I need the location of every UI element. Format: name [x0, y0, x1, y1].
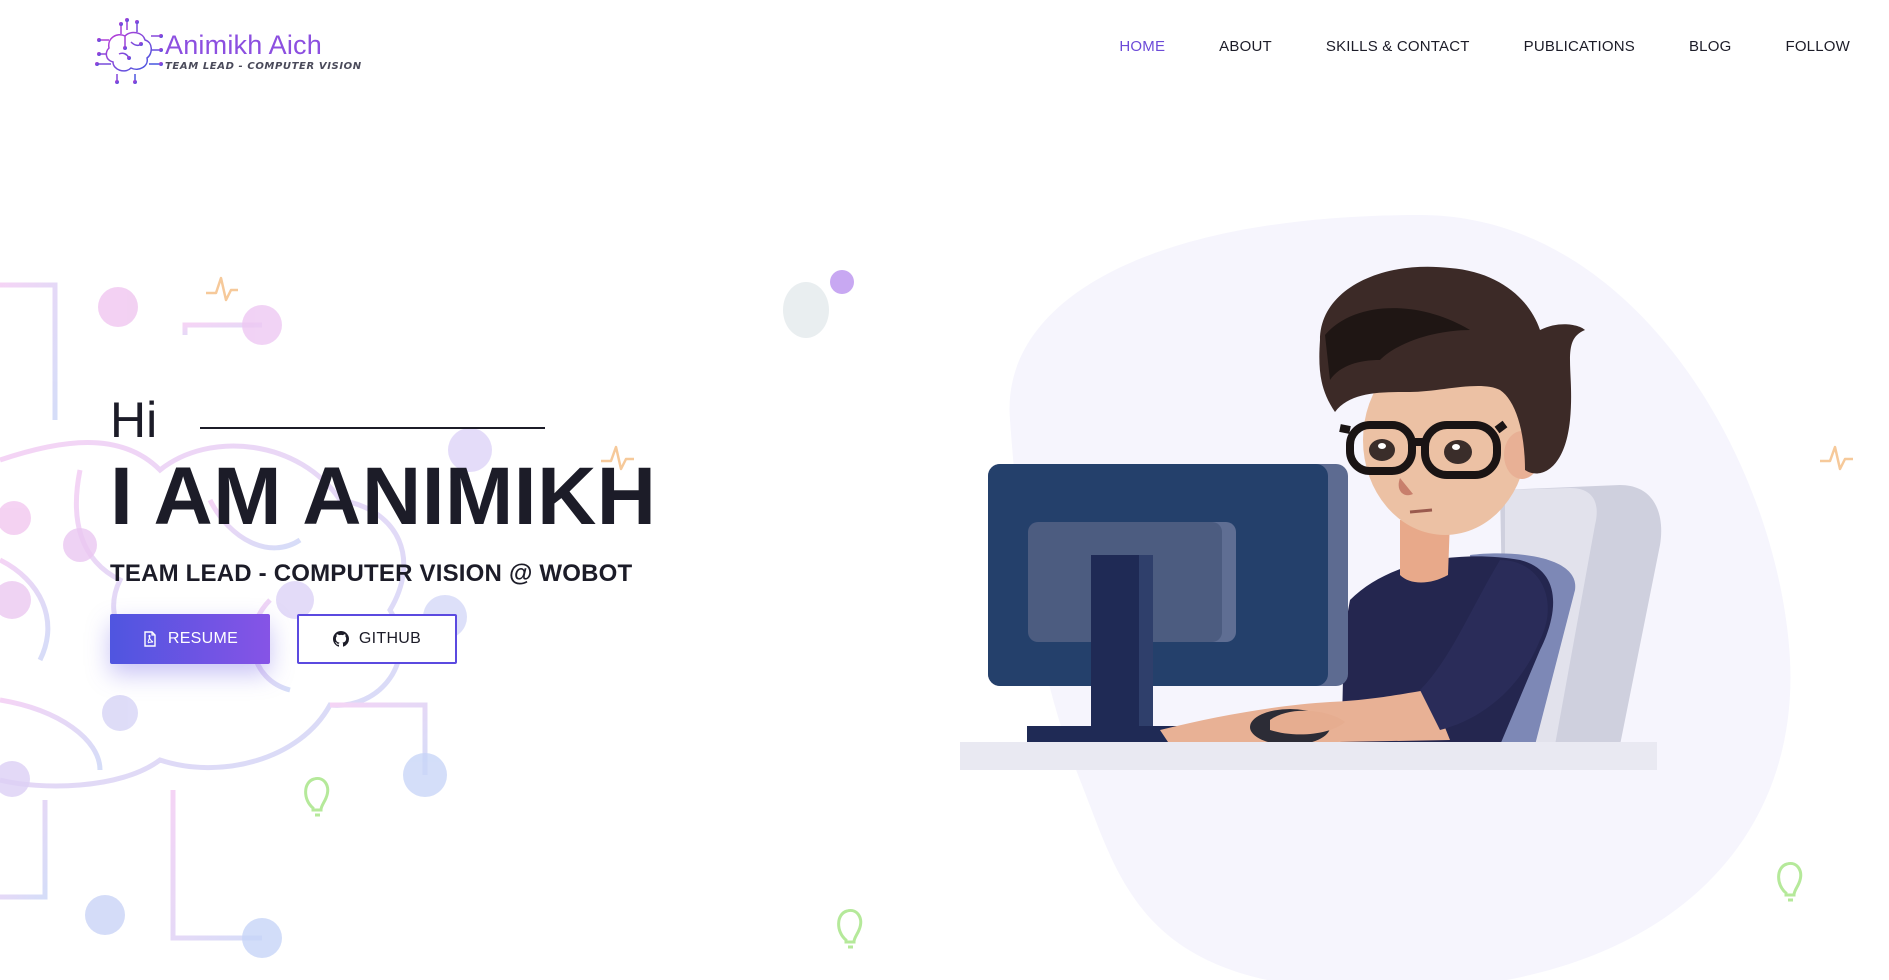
- nav-skills-contact[interactable]: SKILLS & CONTACT: [1326, 38, 1470, 55]
- nav-about[interactable]: ABOUT: [1219, 38, 1272, 55]
- pdf-file-icon: [144, 631, 156, 647]
- brand-text: Animikh Aich TEAM LEAD - COMPUTER VISION: [165, 30, 362, 72]
- main-nav: HOME ABOUT SKILLS & CONTACT PUBLICATIONS…: [1065, 38, 1850, 55]
- brain-circuit-icon: [95, 18, 163, 84]
- hero-greeting: Hi: [110, 392, 158, 448]
- hero-buttons: RESUME GITHUB: [110, 614, 657, 664]
- nav-home[interactable]: HOME: [1119, 38, 1165, 55]
- resume-button-label: RESUME: [167, 630, 239, 647]
- page: Animikh Aich TEAM LEAD - COMPUTER VISION…: [0, 0, 1889, 980]
- hero-subtitle: TEAM LEAD - COMPUTER VISION @ WOBOT: [110, 560, 633, 587]
- desk: [960, 742, 1657, 770]
- hero-title: I AM ANIMIKH: [110, 451, 657, 542]
- nav-publications[interactable]: PUBLICATIONS: [1524, 38, 1635, 55]
- brand-logo-link[interactable]: Animikh Aich TEAM LEAD - COMPUTER VISION: [95, 18, 362, 84]
- nav-follow[interactable]: FOLLOW: [1785, 38, 1850, 55]
- resume-button[interactable]: RESUME: [110, 614, 270, 664]
- hero-section: Hi I AM ANIMIKH TEAM LEAD - COMPUTER VIS…: [110, 392, 657, 664]
- github-button-label: GITHUB: [358, 630, 422, 647]
- brand-name: Animikh Aich: [165, 30, 322, 60]
- github-button[interactable]: GITHUB: [297, 614, 457, 664]
- greeting-underline: [200, 427, 546, 429]
- nav-blog[interactable]: BLOG: [1689, 38, 1731, 55]
- github-icon: [332, 631, 349, 647]
- brand-tagline: TEAM LEAD - COMPUTER VISION: [165, 61, 362, 72]
- site-header: Animikh Aich TEAM LEAD - COMPUTER VISION…: [0, 0, 1889, 100]
- greeting-row: Hi: [110, 392, 657, 448]
